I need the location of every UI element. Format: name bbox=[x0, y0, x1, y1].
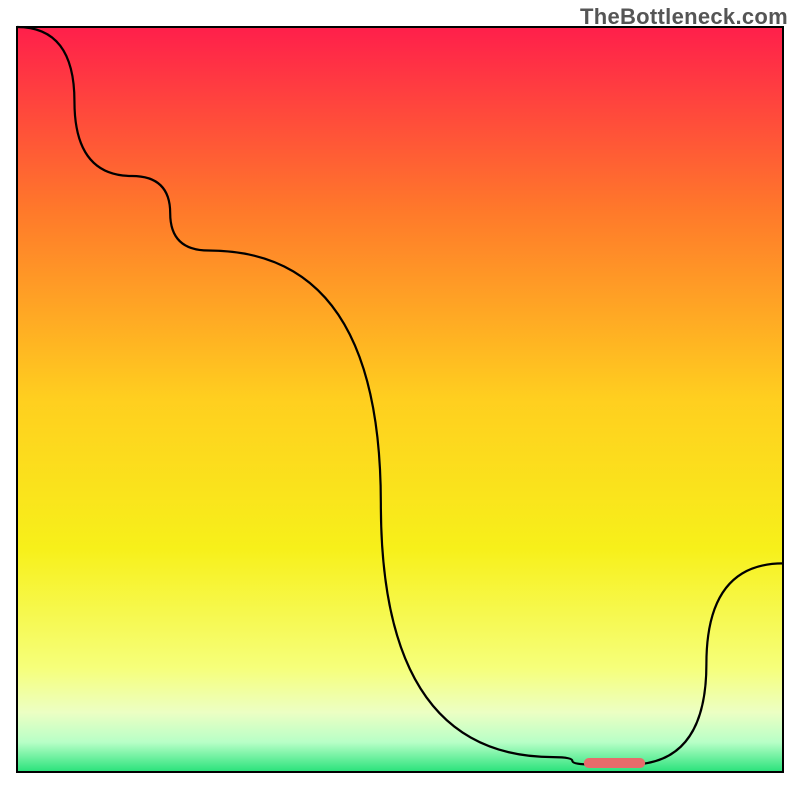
bottleneck-chart bbox=[0, 0, 800, 800]
plot-background bbox=[17, 27, 783, 772]
optimal-marker bbox=[584, 758, 645, 768]
chart-container: TheBottleneck.com bbox=[0, 0, 800, 800]
